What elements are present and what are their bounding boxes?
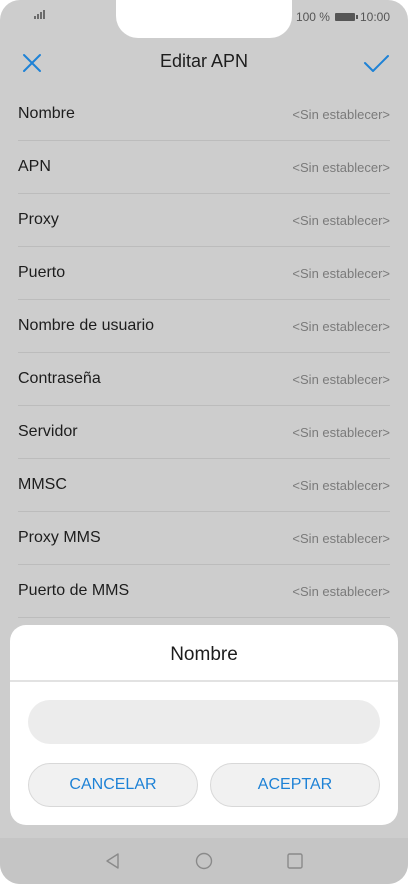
dialog-divider <box>10 680 398 682</box>
name-input[interactable] <box>28 700 380 744</box>
row-contrasena[interactable]: Contraseña <Sin establecer> <box>0 353 408 406</box>
row-value: <Sin establecer> <box>292 160 390 175</box>
row-servidor[interactable]: Servidor <Sin establecer> <box>0 406 408 459</box>
dialog-title: Nombre <box>170 644 238 665</box>
display-notch <box>116 0 292 38</box>
row-proxy-mms[interactable]: Proxy MMS <Sin establecer> <box>0 512 408 565</box>
row-value: <Sin establecer> <box>292 266 390 281</box>
battery-percent: 100 % <box>295 10 330 24</box>
row-label: MMSC <box>18 476 67 493</box>
row-value: <Sin establecer> <box>292 213 390 228</box>
row-value: <Sin establecer> <box>292 425 390 440</box>
page-title: Editar APN <box>159 51 249 71</box>
row-nombre-de-usuario[interactable]: Nombre de usuario <Sin establecer> <box>0 300 408 353</box>
app-header: Editar APN <box>0 40 408 86</box>
apn-settings-list: Nombre <Sin establecer> APN <Sin estable… <box>0 88 408 618</box>
row-label: Nombre de usuario <box>18 317 155 334</box>
row-value: <Sin establecer> <box>292 478 390 493</box>
row-apn[interactable]: APN <Sin establecer> <box>0 141 408 194</box>
row-label: APN <box>18 158 51 175</box>
divider <box>18 617 390 618</box>
row-value: <Sin establecer> <box>292 319 390 334</box>
check-icon <box>364 55 389 72</box>
row-label: Puerto de MMS <box>18 582 130 599</box>
row-value: <Sin establecer> <box>292 107 390 122</box>
phone-screen: 100 % 10:00 Editar APN Nombre <Sin estab… <box>0 0 408 884</box>
row-label: Servidor <box>18 423 78 440</box>
row-value: <Sin establecer> <box>292 584 390 599</box>
row-value: <Sin establecer> <box>292 531 390 546</box>
clock: 10:00 <box>359 10 390 24</box>
row-label: Proxy <box>18 211 59 228</box>
back-triangle-icon[interactable] <box>104 852 122 870</box>
save-button[interactable] <box>361 48 391 78</box>
recents-square-icon[interactable] <box>286 852 304 870</box>
row-label: Contraseña <box>18 370 101 387</box>
battery-icon <box>334 13 358 21</box>
row-label: Proxy MMS <box>18 529 101 546</box>
row-nombre[interactable]: Nombre <Sin establecer> <box>0 88 408 141</box>
accept-button[interactable]: ACEPTAR <box>210 763 380 807</box>
row-label: Puerto <box>18 264 66 281</box>
row-label: Nombre <box>18 105 75 122</box>
status-right: 100 % 10:00 <box>296 10 390 24</box>
name-dialog: Nombre CANCELAR ACEPTAR <box>10 625 398 825</box>
row-puerto-de-mms[interactable]: Puerto de MMS <Sin establecer> <box>0 565 408 618</box>
status-bar: 100 % 10:00 <box>0 0 408 38</box>
row-mmsc[interactable]: MMSC <Sin establecer> <box>0 459 408 512</box>
home-circle-icon[interactable] <box>195 852 213 870</box>
row-value: <Sin establecer> <box>292 372 390 387</box>
cancel-button[interactable]: CANCELAR <box>28 763 198 807</box>
signal-icon <box>34 10 45 19</box>
navigation-bar <box>0 838 408 884</box>
row-proxy[interactable]: Proxy <Sin establecer> <box>0 194 408 247</box>
row-puerto[interactable]: Puerto <Sin establecer> <box>0 247 408 300</box>
